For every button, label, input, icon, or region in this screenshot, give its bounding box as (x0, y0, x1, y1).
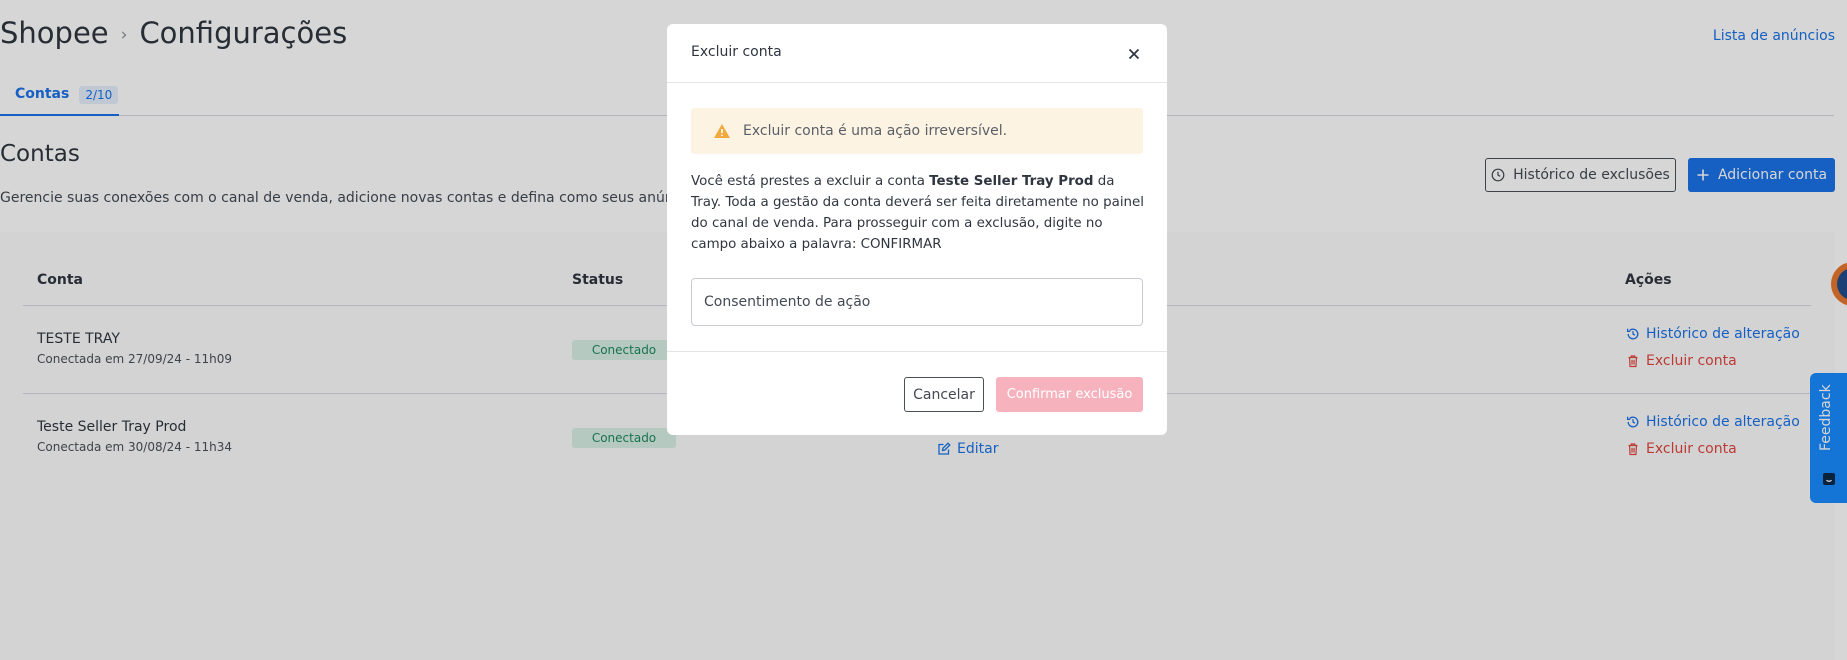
warning-icon (713, 123, 731, 139)
warning-text: Excluir conta é uma ação irreversível. (743, 123, 1008, 139)
modal-message: Você está prestes a excluir a conta Test… (691, 171, 1146, 255)
cancel-button[interactable]: Cancelar (904, 377, 984, 412)
message-account-name: Teste Seller Tray Prod (929, 174, 1094, 189)
message-intro: Você está prestes a excluir a conta (691, 174, 930, 189)
modal-title: Excluir conta (691, 44, 782, 60)
modal-header: Excluir conta (667, 24, 1167, 83)
delete-account-modal: Excluir conta Excluir conta é uma ação i… (667, 24, 1167, 435)
confirm-delete-button[interactable]: Confirmar exclusão (996, 377, 1143, 412)
consent-input[interactable] (691, 278, 1143, 326)
modal-footer-divider (667, 351, 1167, 352)
close-icon[interactable] (1124, 44, 1144, 64)
warning-alert: Excluir conta é uma ação irreversível. (691, 108, 1143, 154)
